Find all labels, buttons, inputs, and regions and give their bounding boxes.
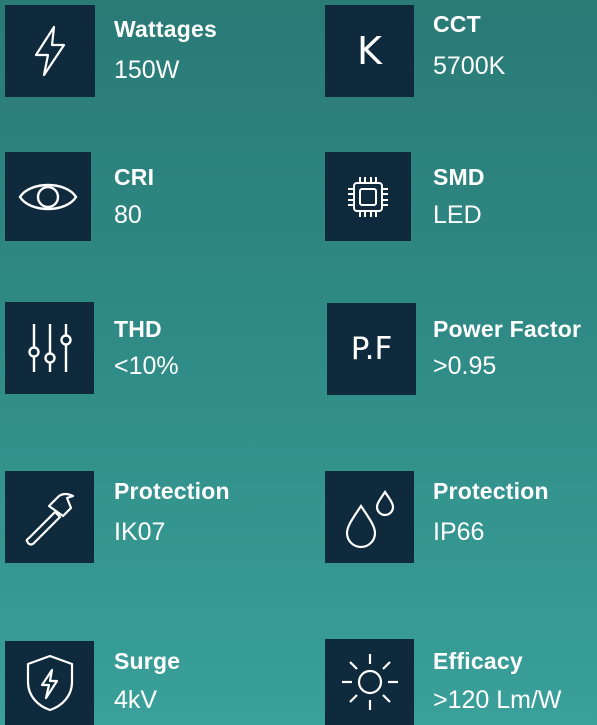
kelvin-letter-icon: K (325, 5, 414, 97)
spec-label: Surge (114, 648, 181, 674)
shield-bolt-icon (5, 641, 94, 725)
icon-glyph: K (357, 29, 382, 73)
spec-label: THD (114, 316, 162, 342)
spec-value: 5700K (433, 52, 506, 80)
spec-label: SMD (433, 164, 485, 190)
spec-label: Efficacy (433, 648, 523, 674)
spec-value: 150W (114, 56, 180, 84)
spec-label: CCT (433, 11, 481, 37)
spec-value: IP66 (433, 518, 485, 546)
icon-glyph: P.F (350, 331, 393, 367)
spec-label: Power Factor (433, 316, 582, 342)
spec-value: IK07 (114, 518, 166, 546)
spec-value: <10% (114, 352, 179, 380)
spec-label: CRI (114, 164, 155, 190)
pf-letters-icon: P.F (327, 303, 416, 395)
eye-icon (5, 152, 91, 241)
water-drops-icon (325, 471, 414, 563)
spec-label: Wattages (114, 16, 217, 42)
spec-label: Protection (114, 478, 230, 504)
lightning-bolt-icon (5, 5, 95, 97)
spec-value: >120 Lm/W (433, 686, 562, 714)
chip-icon (325, 152, 411, 241)
spec-value: LED (433, 201, 482, 229)
spec-value: 4kV (114, 686, 158, 714)
sun-icon (325, 639, 414, 725)
spec-value: >0.95 (433, 352, 497, 380)
sliders-icon (5, 302, 94, 394)
spec-value: 80 (114, 201, 142, 229)
spec-label: Protection (433, 478, 549, 504)
hammer-icon (5, 471, 94, 563)
